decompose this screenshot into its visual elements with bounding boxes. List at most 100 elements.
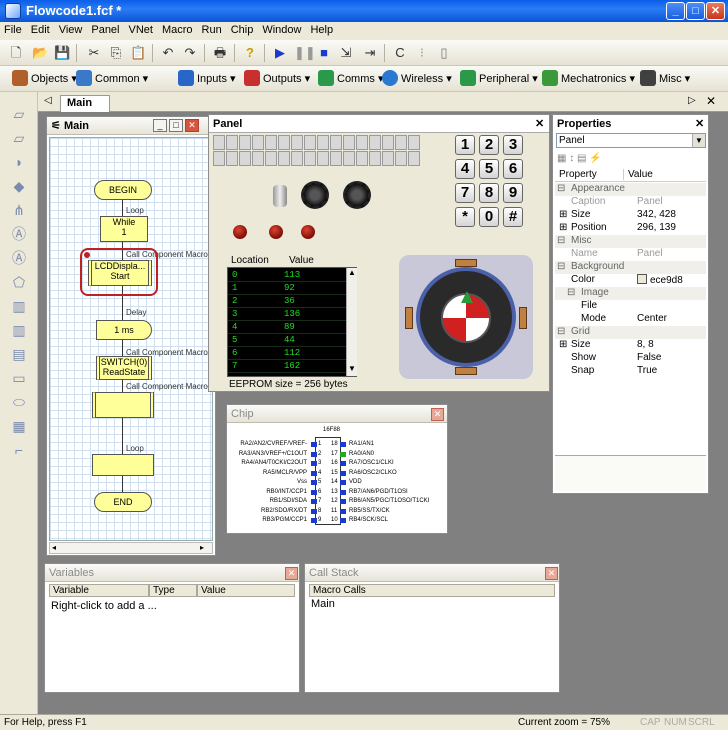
macro-icon[interactable]: ▥ xyxy=(7,296,31,316)
chip-close-button[interactable]: ✕ xyxy=(431,408,444,421)
eeprom-row[interactable]: 2 36 xyxy=(228,296,346,308)
panel-close-icon[interactable]: ✕ xyxy=(535,115,544,133)
property-row[interactable]: Mode Center xyxy=(555,313,706,326)
keypad-key[interactable]: 1 xyxy=(455,135,475,155)
keypad-key[interactable]: 8 xyxy=(479,183,499,203)
undo-icon[interactable]: ↶ xyxy=(160,45,176,61)
eeprom-row[interactable]: 5 44 xyxy=(228,335,346,347)
scroll-down-icon[interactable]: ▼ xyxy=(348,364,356,373)
property-value[interactable]: Center xyxy=(637,313,667,324)
print-icon[interactable]: 🖶 xyxy=(212,45,228,61)
expand-icon[interactable]: ⊞ xyxy=(559,339,567,350)
property-row[interactable]: File xyxy=(555,300,706,313)
chip-pin[interactable] xyxy=(340,442,346,447)
inputs-menu-button[interactable]: Inputs ▾ xyxy=(178,70,236,88)
restore-main-button[interactable]: □ xyxy=(169,119,183,132)
stop-icon[interactable]: ■ xyxy=(316,45,332,61)
keypad-key[interactable]: 2 xyxy=(479,135,499,155)
component-macro-icon[interactable]: ▥ xyxy=(7,320,31,340)
flowchart-canvas[interactable]: BEGIN Loop While 1 Call Component Macro … xyxy=(49,137,213,541)
keypad-key[interactable]: 4 xyxy=(455,159,475,179)
toggle-switch[interactable] xyxy=(273,185,287,207)
close-button[interactable]: ✕ xyxy=(706,2,725,20)
property-row[interactable]: Color ece9d8 xyxy=(555,274,706,287)
minimize-main-button[interactable]: _ xyxy=(153,119,167,132)
type-column-header[interactable]: Type xyxy=(149,584,197,597)
menu-chip[interactable]: Chip xyxy=(227,22,259,36)
expand-icon[interactable]: ⊞ xyxy=(559,222,567,233)
keypad-key[interactable]: 9 xyxy=(503,183,523,203)
close-main-button[interactable]: ✕ xyxy=(185,119,199,132)
property-row[interactable]: Snap True xyxy=(555,365,706,378)
chip-pin[interactable] xyxy=(340,451,346,457)
property-value[interactable]: Panel xyxy=(637,248,663,259)
paste-icon[interactable]: 📋 xyxy=(130,45,146,61)
c-code-icon[interactable]: ▦ xyxy=(7,416,31,436)
potentiometer-knob-2[interactable] xyxy=(343,181,371,209)
property-row[interactable]: ⊞ Size 342, 428 xyxy=(555,209,706,222)
keypad-key[interactable]: 7 xyxy=(455,183,475,203)
scroll-up-icon[interactable]: ▲ xyxy=(348,268,356,277)
potentiometer-knob-1[interactable] xyxy=(301,181,329,209)
variables-close-button[interactable]: ✕ xyxy=(285,567,298,580)
keypad-key[interactable]: # xyxy=(503,207,523,227)
string-manipulation-icon[interactable]: ▭ xyxy=(7,368,31,388)
compile-hex-icon[interactable]: ⁝ xyxy=(414,45,430,61)
property-row[interactable]: Show False xyxy=(555,352,706,365)
eeprom-row[interactable]: 4 89 xyxy=(228,322,346,334)
delay-block[interactable]: 1 ms xyxy=(96,320,152,340)
collapse-icon[interactable]: ⊟ xyxy=(557,326,565,337)
horizontal-scrollbar[interactable]: ◂ ▸ xyxy=(49,542,213,554)
keypad-key[interactable]: 6 xyxy=(503,159,523,179)
chip-pin[interactable] xyxy=(311,480,317,485)
comms-menu-button[interactable]: Comms ▾ xyxy=(318,70,383,88)
eeprom-row[interactable]: 3 136 xyxy=(228,309,346,321)
open-folder-icon[interactable]: 📂 xyxy=(32,45,48,61)
loop-icon[interactable]: ⬠ xyxy=(7,272,31,292)
chip-icon[interactable]: ▯ xyxy=(436,45,452,61)
property-row[interactable]: ⊟ Image xyxy=(555,287,706,300)
value-column-header-vars[interactable]: Value xyxy=(197,584,295,597)
chip-pin[interactable] xyxy=(311,442,317,447)
breakpoint-marker[interactable] xyxy=(84,252,90,258)
lcd-call-macro-block[interactable]: LCDDispla... Start xyxy=(88,260,152,286)
menu-panel[interactable]: Panel xyxy=(87,22,124,36)
decision-icon[interactable]: ◆ xyxy=(7,176,31,196)
connection-point-icon[interactable]: Ⓐ xyxy=(7,224,31,244)
goto-icon[interactable]: Ⓐ xyxy=(7,248,31,268)
interrupt-icon[interactable]: ⬭ xyxy=(7,392,31,412)
peripheral-menu-button[interactable]: Peripheral ▾ xyxy=(460,70,538,88)
eeprom-row[interactable]: 0 113 xyxy=(228,270,346,282)
chip-pin[interactable] xyxy=(340,461,346,466)
comment-icon[interactable]: ⌐ xyxy=(7,440,31,460)
dropdown-arrow-icon[interactable]: ▼ xyxy=(692,134,705,147)
properties-close-icon[interactable]: ✕ xyxy=(695,115,704,133)
chip-pin[interactable] xyxy=(311,508,317,514)
property-value[interactable]: 296, 139 xyxy=(637,222,676,233)
help-icon[interactable]: ? xyxy=(242,45,258,61)
expand-icon[interactable]: ⊞ xyxy=(559,209,567,220)
new-file-icon[interactable]: 🗋 xyxy=(8,45,24,61)
wireless-menu-button[interactable]: Wireless ▾ xyxy=(382,70,452,88)
chip-pin[interactable] xyxy=(340,489,346,495)
tab-close-icon[interactable]: ✕ xyxy=(706,94,716,108)
property-value[interactable]: True xyxy=(637,365,657,376)
property-row[interactable]: ⊟ Misc xyxy=(555,235,706,248)
keypad-key[interactable]: 0 xyxy=(479,207,499,227)
variable-column-header[interactable]: Variable xyxy=(49,584,149,597)
property-row[interactable]: ⊞ Size 8, 8 xyxy=(555,339,706,352)
input-icon[interactable]: ▱ xyxy=(7,104,31,124)
tab-scroll-right-icon[interactable]: ▷ xyxy=(688,95,696,106)
property-value[interactable]: Panel xyxy=(637,196,663,207)
collapse-icon[interactable]: ⊟ xyxy=(557,183,565,194)
menu-help[interactable]: Help xyxy=(306,22,338,36)
menu-macro[interactable]: Macro xyxy=(158,22,198,36)
property-value[interactable]: False xyxy=(637,352,661,363)
menu-window[interactable]: Window xyxy=(258,22,306,36)
keypad-key[interactable]: 3 xyxy=(503,135,523,155)
chip-pin[interactable] xyxy=(340,508,346,514)
property-row[interactable]: Name Panel xyxy=(555,248,706,261)
collapse-icon[interactable]: ⊟ xyxy=(567,287,575,298)
misc-menu-button[interactable]: Misc ▾ xyxy=(640,70,690,88)
call-stack-item[interactable]: Main xyxy=(311,598,335,610)
